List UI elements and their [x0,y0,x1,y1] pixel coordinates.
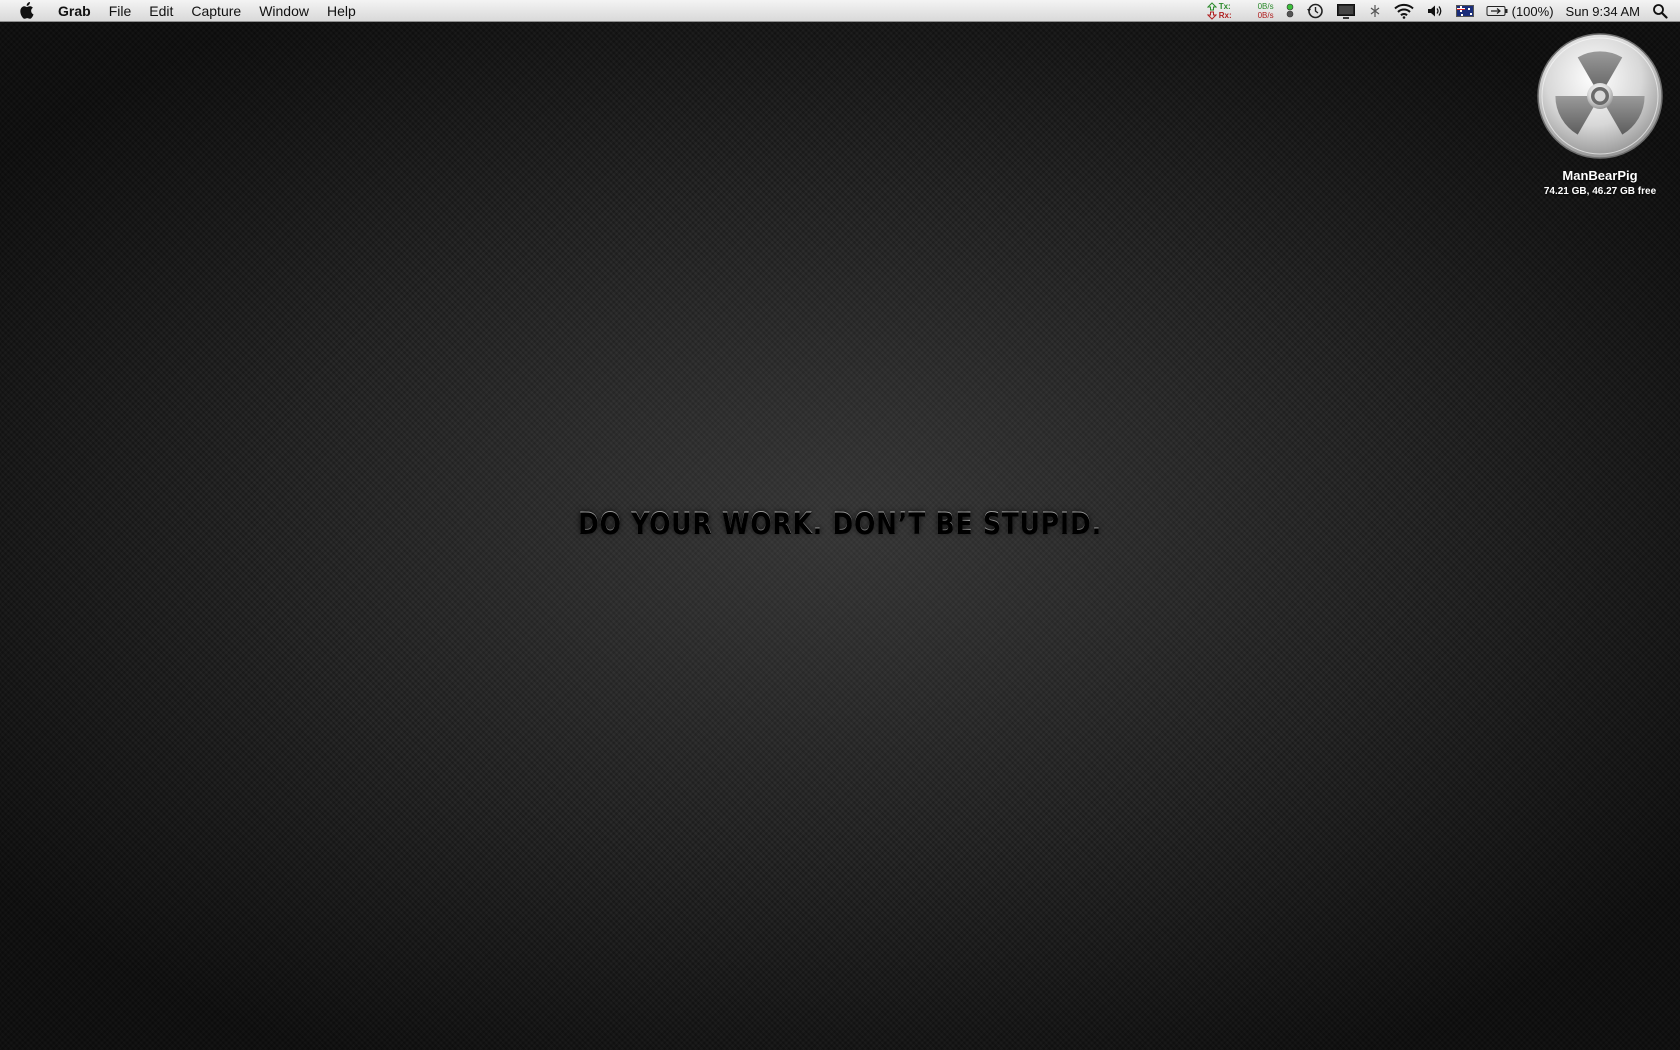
apple-menu[interactable] [16,0,38,22]
desktop-drive-icon[interactable]: ManBearPig 74.21 GB, 46.27 GB free [1520,32,1680,197]
status-wifi[interactable] [1393,0,1414,22]
battery-percent: (100%) [1511,3,1554,19]
menu-app-grab[interactable]: Grab [54,0,100,22]
drive-info: 74.21 GB, 46.27 GB free [1543,186,1657,197]
status-clock[interactable]: Sun 9:34 AM [1566,0,1640,22]
status-battery[interactable]: (100%) [1486,0,1554,22]
desktop: Grab File Edit Capture Window Help Tx: R… [0,0,1680,1050]
menu-bar-status-area: Tx: Rx: 0B/s 0B/s (100%) Sun 9:34 AM [1206,0,1668,22]
status-input-source[interactable] [1455,0,1474,22]
display-icon [1336,4,1355,19]
status-time-machine[interactable] [1306,0,1324,22]
drive-name: ManBearPig [1562,168,1638,183]
menu-bar-left: Grab File Edit Capture Window Help [0,0,365,22]
battery-icon [1486,6,1508,16]
status-traffic-light[interactable] [1286,0,1294,22]
status-spotlight[interactable] [1652,0,1668,22]
menu-edit[interactable]: Edit [140,0,182,22]
network-arrows-icon [1206,2,1217,20]
traffic-light-icon [1286,3,1293,18]
status-volume[interactable] [1426,0,1444,22]
status-bluetooth[interactable] [1368,0,1382,22]
network-labels: Tx: Rx: [1219,2,1232,20]
time-machine-icon [1306,3,1323,19]
tx-label: Tx: [1218,2,1231,11]
bluetooth-icon [1370,5,1379,17]
spotlight-icon [1653,4,1668,19]
volume-icon [1427,5,1442,17]
radiation-drive-icon [1537,33,1663,159]
rx-value: 0B/s [1257,11,1274,20]
network-monitor[interactable]: Tx: Rx: 0B/s 0B/s [1206,0,1274,22]
flag-australia-icon [1455,5,1474,17]
menu-window[interactable]: Window [250,0,318,22]
menu-bar: Grab File Edit Capture Window Help Tx: R… [0,0,1680,22]
menu-file[interactable]: File [100,0,141,22]
menu-capture[interactable]: Capture [182,0,250,22]
apple-logo-icon [20,1,34,19]
status-display[interactable] [1336,0,1356,22]
network-values: 0B/s 0B/s [1258,2,1274,20]
tx-value: 0B/s [1257,2,1274,11]
wallpaper-slogan: DO YOUR WORK. DON’T BE STUPID. [118,506,1563,540]
rx-label: Rx: [1218,11,1232,20]
wifi-icon [1393,3,1414,19]
menu-help[interactable]: Help [318,0,365,22]
